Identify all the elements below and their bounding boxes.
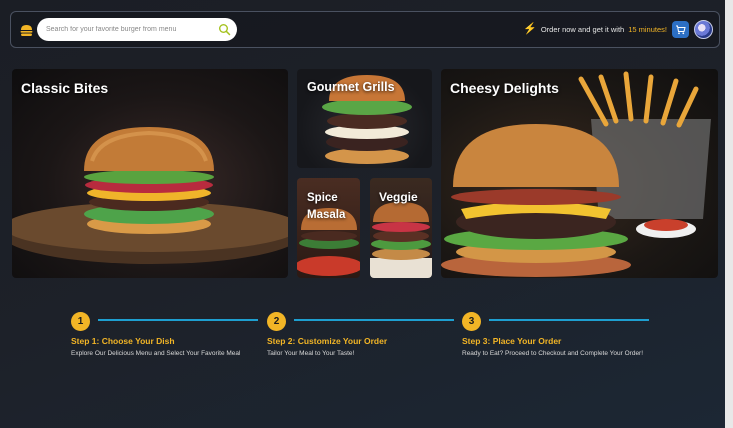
promo-text: Order now and get it with [540,24,625,34]
step-title-2: Step 2: Customize Your Order [267,336,388,346]
burger-logo-icon[interactable] [19,23,34,38]
cart-button[interactable] [672,21,689,38]
step-number-1: 1 [71,312,90,331]
category-title: Gourmet Grills [307,80,395,94]
delivery-promo: ⚡ Order now and get it with 15 minutes! [523,23,667,35]
classic-burger-image [12,127,288,264]
step-number-3: 3 [462,312,481,331]
step-title-3: Step 3: Place Your Order [462,336,562,346]
category-card-spice-masala[interactable]: Spice Masala [297,178,360,278]
step-title-1: Step 1: Choose Your Dish [71,336,175,346]
category-title: Spice Masala [307,192,346,221]
step-number-2: 2 [267,312,286,331]
step-connector-1 [98,319,258,321]
category-card-veggie[interactable]: Veggie [370,178,432,278]
category-card-cheesy-delights[interactable]: Cheesy Delights [441,69,718,278]
step-connector-2 [294,319,454,321]
window-edge [725,0,733,428]
search-icon[interactable] [218,23,231,36]
category-card-classic-bites[interactable]: Classic Bites [12,69,288,278]
promo-highlight: 15 minutes! [628,24,667,34]
user-avatar[interactable] [694,20,713,39]
lightning-icon: ⚡ [523,23,537,35]
step-description-2: Tailor Your Meal to Your Taste! [267,350,355,357]
category-title: Veggie [379,190,418,204]
step-description-3: Ready to Eat? Proceed to Checkout and Co… [462,350,644,357]
cheesy-burger-image [441,71,711,277]
top-bar: ⚡ Order now and get it with 15 minutes! [10,11,720,48]
step-connector-3 [489,319,649,321]
category-title: Classic Bites [21,80,109,96]
category-title: Cheesy Delights [450,80,559,96]
search-input[interactable] [46,22,206,37]
search-bar [37,18,237,41]
cart-icon [676,25,686,35]
category-card-gourmet-grills[interactable]: Gourmet Grills [297,69,432,168]
step-description-1: Explore Our Delicious Menu and Select Yo… [71,350,241,357]
